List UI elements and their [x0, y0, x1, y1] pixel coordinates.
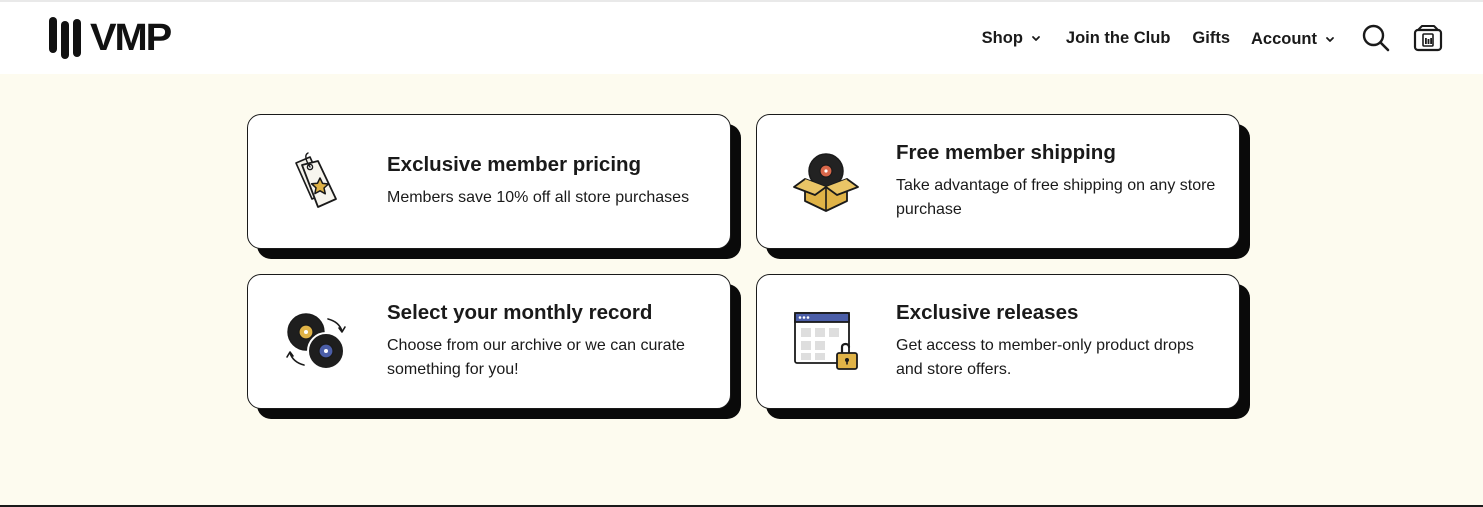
nav-account[interactable]: Account [1251, 30, 1335, 49]
benefit-title: Free member shipping [896, 140, 1116, 164]
benefit-description: Members save 10% off all store purchases [387, 189, 690, 207]
nav-account-label: Account [1251, 29, 1317, 48]
logo-text: VMP [90, 17, 172, 59]
site-header: VMP Shop Join the Club Gifts Account [0, 2, 1483, 74]
records-swap-icon [286, 312, 346, 370]
benefit-description: Take advantage of free shipping on any s… [896, 177, 1216, 219]
cart-icon [1413, 25, 1443, 52]
cart-button[interactable] [1413, 24, 1443, 52]
benefit-description: Get access to member-only product drops … [896, 337, 1194, 379]
benefit-title: Exclusive releases [896, 300, 1079, 324]
nav-shop-label: Shop [981, 28, 1023, 47]
benefit-title: Select your monthly record [387, 300, 653, 324]
benefit-card-exclusive-releases: Exclusive releases Get access to member-… [756, 274, 1240, 409]
nav-shop[interactable]: Shop [982, 29, 1041, 48]
search-icon [1362, 24, 1390, 52]
search-button[interactable] [1361, 23, 1391, 53]
price-tag-star-icon [295, 151, 337, 208]
nav-gifts[interactable]: Gifts [1192, 29, 1230, 48]
benefit-card-member-pricing: Exclusive member pricing Members save 10… [247, 114, 731, 249]
nav-gifts-label: Gifts [1192, 28, 1230, 47]
record-box-icon [793, 152, 859, 212]
vmp-logo[interactable]: VMP [48, 15, 172, 61]
nav-join-label: Join the Club [1065, 28, 1171, 47]
main-nav: Shop Join the Club Gifts Account [982, 2, 1443, 74]
benefit-card-free-shipping: Free member shipping Take advantage of f… [756, 114, 1240, 249]
nav-join-the-club[interactable]: Join the Club [1066, 29, 1171, 48]
chevron-down-icon [1032, 35, 1040, 41]
benefit-title: Exclusive member pricing [387, 152, 642, 176]
unlocked-window-icon [794, 311, 858, 370]
chevron-down-icon [1326, 36, 1334, 42]
vmp-logo-bars-icon [49, 17, 81, 59]
benefit-card-monthly-record: Select your monthly record Choose from o… [247, 274, 731, 409]
benefit-description: Choose from our archive or we can curate… [387, 337, 685, 379]
